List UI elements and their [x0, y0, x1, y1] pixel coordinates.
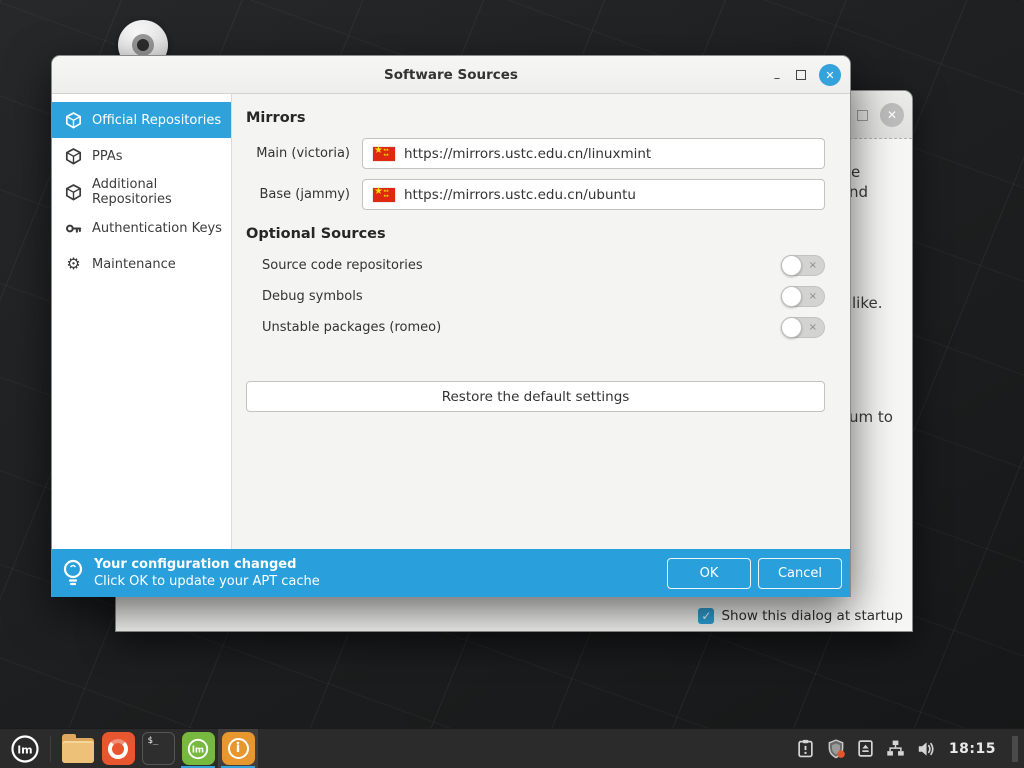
dialog-content: Mirrors Main (victoria) ★★★★★ https://mi…	[232, 94, 850, 549]
cancel-button[interactable]: Cancel	[758, 558, 842, 589]
close-icon[interactable]: ✕	[880, 103, 904, 127]
software-sources-launcher[interactable]: i	[218, 729, 258, 768]
sidebar-item-authentication-keys[interactable]: Authentication Keys	[52, 210, 231, 246]
clipped-text-fragment: like.	[852, 294, 882, 312]
clipped-text-fragment: nd	[849, 183, 868, 201]
svg-text:lm: lm	[17, 743, 32, 756]
mirror-row-base: Base (jammy) ★★★★★ https://mirrors.ustc.…	[246, 179, 825, 210]
mint-menu-icon: lm	[10, 734, 40, 764]
software-manager-icon: lm	[182, 732, 215, 765]
mint-menu-button[interactable]: lm	[0, 729, 50, 768]
lightbulb-icon	[62, 558, 84, 588]
startup-checkbox-label: Show this dialog at startup	[721, 608, 903, 624]
firefox-icon	[102, 732, 135, 765]
infobar: Your configuration changed Click OK to u…	[52, 549, 850, 597]
mirror-url-main: https://mirrors.ustc.edu.cn/linuxmint	[404, 146, 651, 162]
package-icon	[65, 184, 82, 201]
dialog-title: Software Sources	[384, 67, 518, 83]
sidebar-item-label: PPAs	[92, 149, 123, 164]
sidebar-item-additional-repositories[interactable]: Additional Repositories	[52, 174, 231, 210]
report-clipboard-icon[interactable]	[795, 738, 817, 760]
toggle-row-debug-symbols: Debug symbols ×	[246, 285, 825, 307]
system-tray: 18:15	[795, 729, 1024, 768]
mirror-button-base[interactable]: ★★★★★ https://mirrors.ustc.edu.cn/ubuntu	[362, 179, 825, 210]
optional-sources-heading: Optional Sources	[246, 226, 825, 242]
toggle-off-icon: ×	[809, 290, 817, 304]
restore-defaults-button[interactable]: Restore the default settings	[246, 381, 825, 412]
china-flag-icon: ★★★★★	[373, 147, 395, 161]
software-sources-dialog: Software Sources – ✕ Official Repositori…	[51, 55, 851, 597]
toggle-knob	[781, 286, 802, 307]
package-icon	[65, 112, 82, 129]
mirrors-heading: Mirrors	[246, 110, 825, 126]
checkbox-checked-icon[interactable]: ✓	[698, 608, 714, 624]
ok-button[interactable]: OK	[667, 558, 751, 589]
toggle-row-unstable-packages: Unstable packages (romeo) ×	[246, 316, 825, 338]
mirror-url-base: https://mirrors.ustc.edu.cn/ubuntu	[404, 187, 636, 203]
toggle-off-icon: ×	[809, 321, 817, 335]
toggle-switch-source-code[interactable]: ×	[781, 255, 825, 276]
network-icon[interactable]	[885, 738, 907, 760]
taskbar-separator	[50, 736, 51, 762]
software-manager-launcher[interactable]: lm	[178, 729, 218, 768]
package-icon	[65, 148, 82, 165]
sidebar-item-label: Additional Repositories	[92, 177, 231, 207]
show-desktop-button[interactable]	[1012, 736, 1018, 762]
dialog-titlebar[interactable]: Software Sources – ✕	[52, 56, 850, 94]
file-manager-launcher[interactable]	[58, 729, 98, 768]
toggle-off-icon: ×	[809, 259, 817, 273]
mirror-row-main: Main (victoria) ★★★★★ https://mirrors.us…	[246, 138, 825, 169]
toggle-label: Unstable packages (romeo)	[262, 320, 441, 335]
firefox-launcher[interactable]	[98, 729, 138, 768]
taskbar-clock[interactable]: 18:15	[949, 741, 996, 757]
minimize-icon[interactable]: –	[771, 71, 783, 79]
desktop-wallpaper: ✕ e nd like. um to ✓ Show this dialog at…	[0, 0, 1024, 768]
sidebar-item-maintenance[interactable]: ⚙ Maintenance	[52, 246, 231, 282]
taskbar: lm $_ lm	[0, 728, 1024, 768]
toggle-label: Source code repositories	[262, 258, 423, 273]
mirror-button-main[interactable]: ★★★★★ https://mirrors.ustc.edu.cn/linuxm…	[362, 138, 825, 169]
close-icon[interactable]: ✕	[819, 64, 841, 86]
sidebar-item-label: Maintenance	[92, 257, 176, 272]
file-manager-icon	[62, 738, 94, 763]
clipped-text-fragment: e	[851, 163, 860, 181]
infobar-subtitle: Click OK to update your APT cache	[94, 574, 660, 590]
mirror-label-main: Main (victoria)	[246, 146, 350, 161]
sidebar-item-ppas[interactable]: PPAs	[52, 138, 231, 174]
maximize-icon[interactable]	[796, 70, 806, 80]
terminal-launcher[interactable]: $_	[138, 729, 178, 768]
terminal-icon: $_	[142, 732, 175, 765]
toggle-row-source-code: Source code repositories ×	[246, 254, 825, 276]
sidebar: Official Repositories PPAs Additional Re…	[52, 94, 232, 549]
sidebar-item-official-repositories[interactable]: Official Repositories	[52, 102, 231, 138]
toggle-switch-unstable-packages[interactable]: ×	[781, 317, 825, 338]
key-icon	[65, 220, 82, 237]
toggle-switch-debug-symbols[interactable]: ×	[781, 286, 825, 307]
maximize-icon[interactable]	[857, 110, 868, 121]
gear-icon: ⚙	[65, 256, 82, 272]
china-flag-icon: ★★★★★	[373, 188, 395, 202]
toggle-knob	[781, 255, 802, 276]
sidebar-item-label: Authentication Keys	[92, 221, 222, 236]
software-sources-icon: i	[222, 732, 255, 765]
sidebar-item-label: Official Repositories	[92, 113, 221, 128]
toggle-label: Debug symbols	[262, 289, 363, 304]
mirror-label-base: Base (jammy)	[246, 187, 350, 202]
removable-media-icon[interactable]	[855, 738, 877, 760]
infobar-title: Your configuration changed	[94, 556, 660, 574]
volume-icon[interactable]	[915, 738, 937, 760]
startup-checkbox-row[interactable]: ✓ Show this dialog at startup	[698, 608, 903, 624]
toggle-knob	[781, 317, 802, 338]
firewall-shield-icon[interactable]	[825, 738, 847, 760]
svg-text:lm: lm	[192, 745, 204, 755]
clipped-text-fragment: um to	[849, 408, 893, 426]
